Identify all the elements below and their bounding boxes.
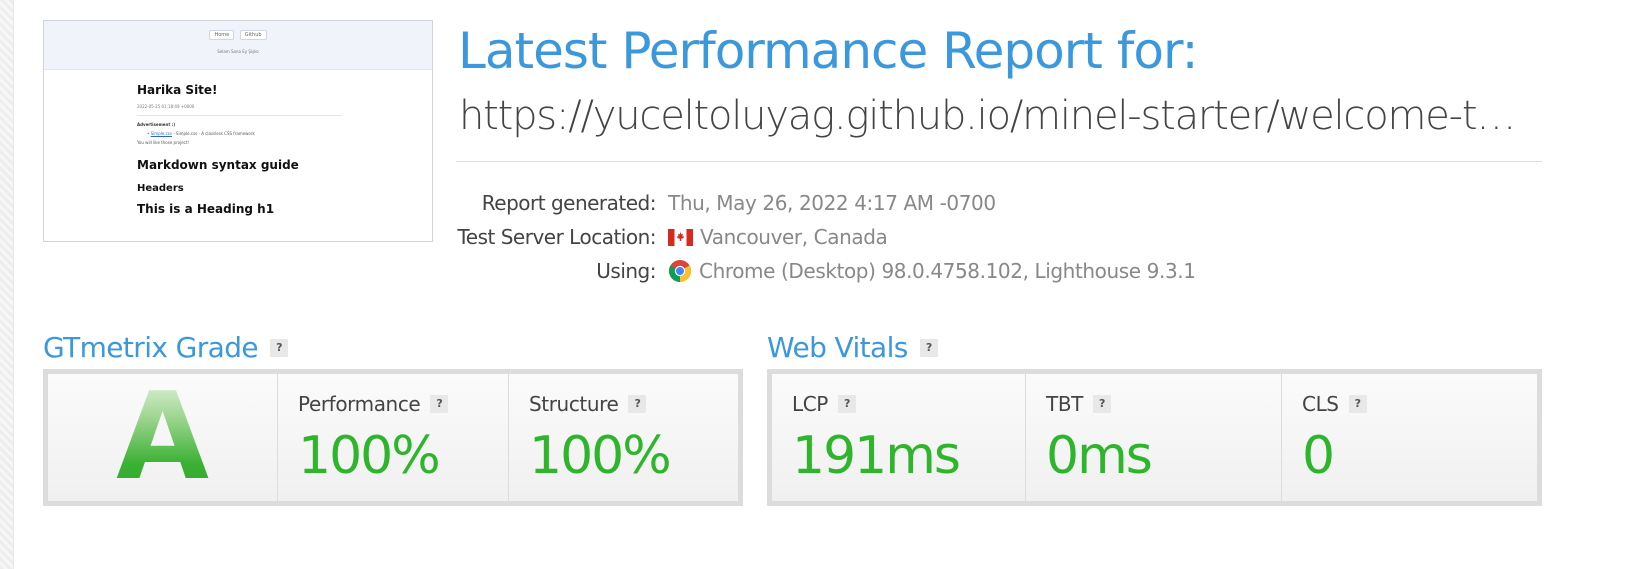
thumbnail-ad-text: - Simple.css - A classless CSS framework <box>171 131 255 136</box>
thumbnail-ad-link: Simple.css <box>150 131 172 136</box>
thumbnail-subtitle: Selam Sana Ey Şişko <box>217 49 259 54</box>
structure-help-icon[interactable]: ? <box>628 395 647 413</box>
grade-letter-cell: A <box>48 374 278 502</box>
location-text: Vancouver, Canada <box>700 225 888 249</box>
web-vitals-title: Web Vitals <box>767 331 908 364</box>
structure-cell: Structure? 100% <box>509 374 738 501</box>
tbt-label: TBT? <box>1046 392 1111 416</box>
thumbnail-body: Harika Site! 2022-05-25 01:18:49 +0000 A… <box>137 83 367 216</box>
thumbnail-heading-3: Headers <box>137 183 184 194</box>
report-url[interactable]: https://yuceltoluyag.github.io/minel-sta… <box>459 93 1539 139</box>
left-edge-strip <box>0 0 14 569</box>
meta-row-generated: Report generated: Thu, May 26, 2022 4:17… <box>456 186 1196 220</box>
cls-label: CLS? <box>1302 392 1367 416</box>
thumbnail-divider <box>137 115 342 116</box>
performance-value: 100% <box>298 426 441 486</box>
meta-row-location: Test Server Location: Vancouver, Canada <box>456 220 1196 254</box>
tbt-help-icon[interactable]: ? <box>1092 395 1111 413</box>
vitals-help-icon[interactable]: ? <box>919 338 938 357</box>
generated-label: Report generated: <box>481 191 657 215</box>
thumbnail-note: You will like those project! <box>137 140 190 145</box>
lcp-value: 191ms <box>792 426 961 486</box>
gtmetrix-grade-panel: A Performance? 100% Structure? 100% <box>43 369 743 506</box>
thumbnail-ad-item: • Simple.css - Simple.css - A classless … <box>147 131 255 136</box>
thumbnail-date: 2022-05-25 01:18:49 +0000 <box>137 104 195 109</box>
lcp-help-icon[interactable]: ? <box>837 395 856 413</box>
structure-label: Structure? <box>529 392 647 416</box>
cls-cell: CLS? 0 <box>1282 374 1537 501</box>
header-divider <box>456 161 1542 162</box>
location-value: Vancouver, Canada <box>668 225 888 249</box>
report-meta: Report generated: Thu, May 26, 2022 4:17… <box>456 186 1196 288</box>
web-vitals-heading: Web Vitals ? <box>767 331 938 364</box>
thumbnail-title: Harika Site! <box>137 83 218 97</box>
canada-flag-icon <box>668 228 693 246</box>
tbt-cell: TBT? 0ms <box>1026 374 1282 501</box>
performance-label: Performance? <box>298 392 449 416</box>
structure-value: 100% <box>529 426 672 486</box>
using-text: Chrome (Desktop) 98.0.4758.102, Lighthou… <box>699 259 1196 283</box>
grade-help-icon[interactable]: ? <box>270 338 289 357</box>
thumbnail-advertisement: Advertisement :) <box>137 122 176 127</box>
lcp-cell: LCP? 191ms <box>772 374 1026 501</box>
lcp-label: LCP? <box>792 392 856 416</box>
location-label: Test Server Location: <box>457 225 656 249</box>
performance-help-icon[interactable]: ? <box>430 395 449 413</box>
chrome-icon <box>669 260 691 282</box>
cls-value: 0 <box>1302 426 1335 486</box>
thumbnail-header: Home Github Selam Sana Ey Şişko <box>44 21 432 70</box>
tbt-value: 0ms <box>1046 426 1153 486</box>
gtmetrix-grade-title: GTmetrix Grade <box>43 331 259 364</box>
meta-row-using: Using: Chrome (Desktop) 98.0.4758.102, L… <box>456 254 1196 288</box>
grade-letter: A <box>48 374 277 502</box>
thumbnail-heading-2: Markdown syntax guide <box>137 158 299 172</box>
page-screenshot-thumbnail[interactable]: Home Github Selam Sana Ey Şişko Harika S… <box>43 20 433 242</box>
using-label: Using: <box>596 259 656 283</box>
report-title: Latest Performance Report for: <box>458 22 1199 80</box>
web-vitals-panel: LCP? 191ms TBT? 0ms CLS? 0 <box>767 369 1542 506</box>
performance-cell: Performance? 100% <box>278 374 509 501</box>
thumbnail-heading-4: This is a Heading h1 <box>137 202 275 216</box>
gtmetrix-grade-heading: GTmetrix Grade ? <box>43 331 289 364</box>
thumbnail-nav-github: Github <box>239 30 267 40</box>
using-value: Chrome (Desktop) 98.0.4758.102, Lighthou… <box>668 259 1196 283</box>
generated-value: Thu, May 26, 2022 4:17 AM -0700 <box>668 191 996 215</box>
thumbnail-nav-home: Home <box>209 30 235 40</box>
thumbnail-nav: Home Github <box>44 30 432 40</box>
cls-help-icon[interactable]: ? <box>1348 395 1367 413</box>
